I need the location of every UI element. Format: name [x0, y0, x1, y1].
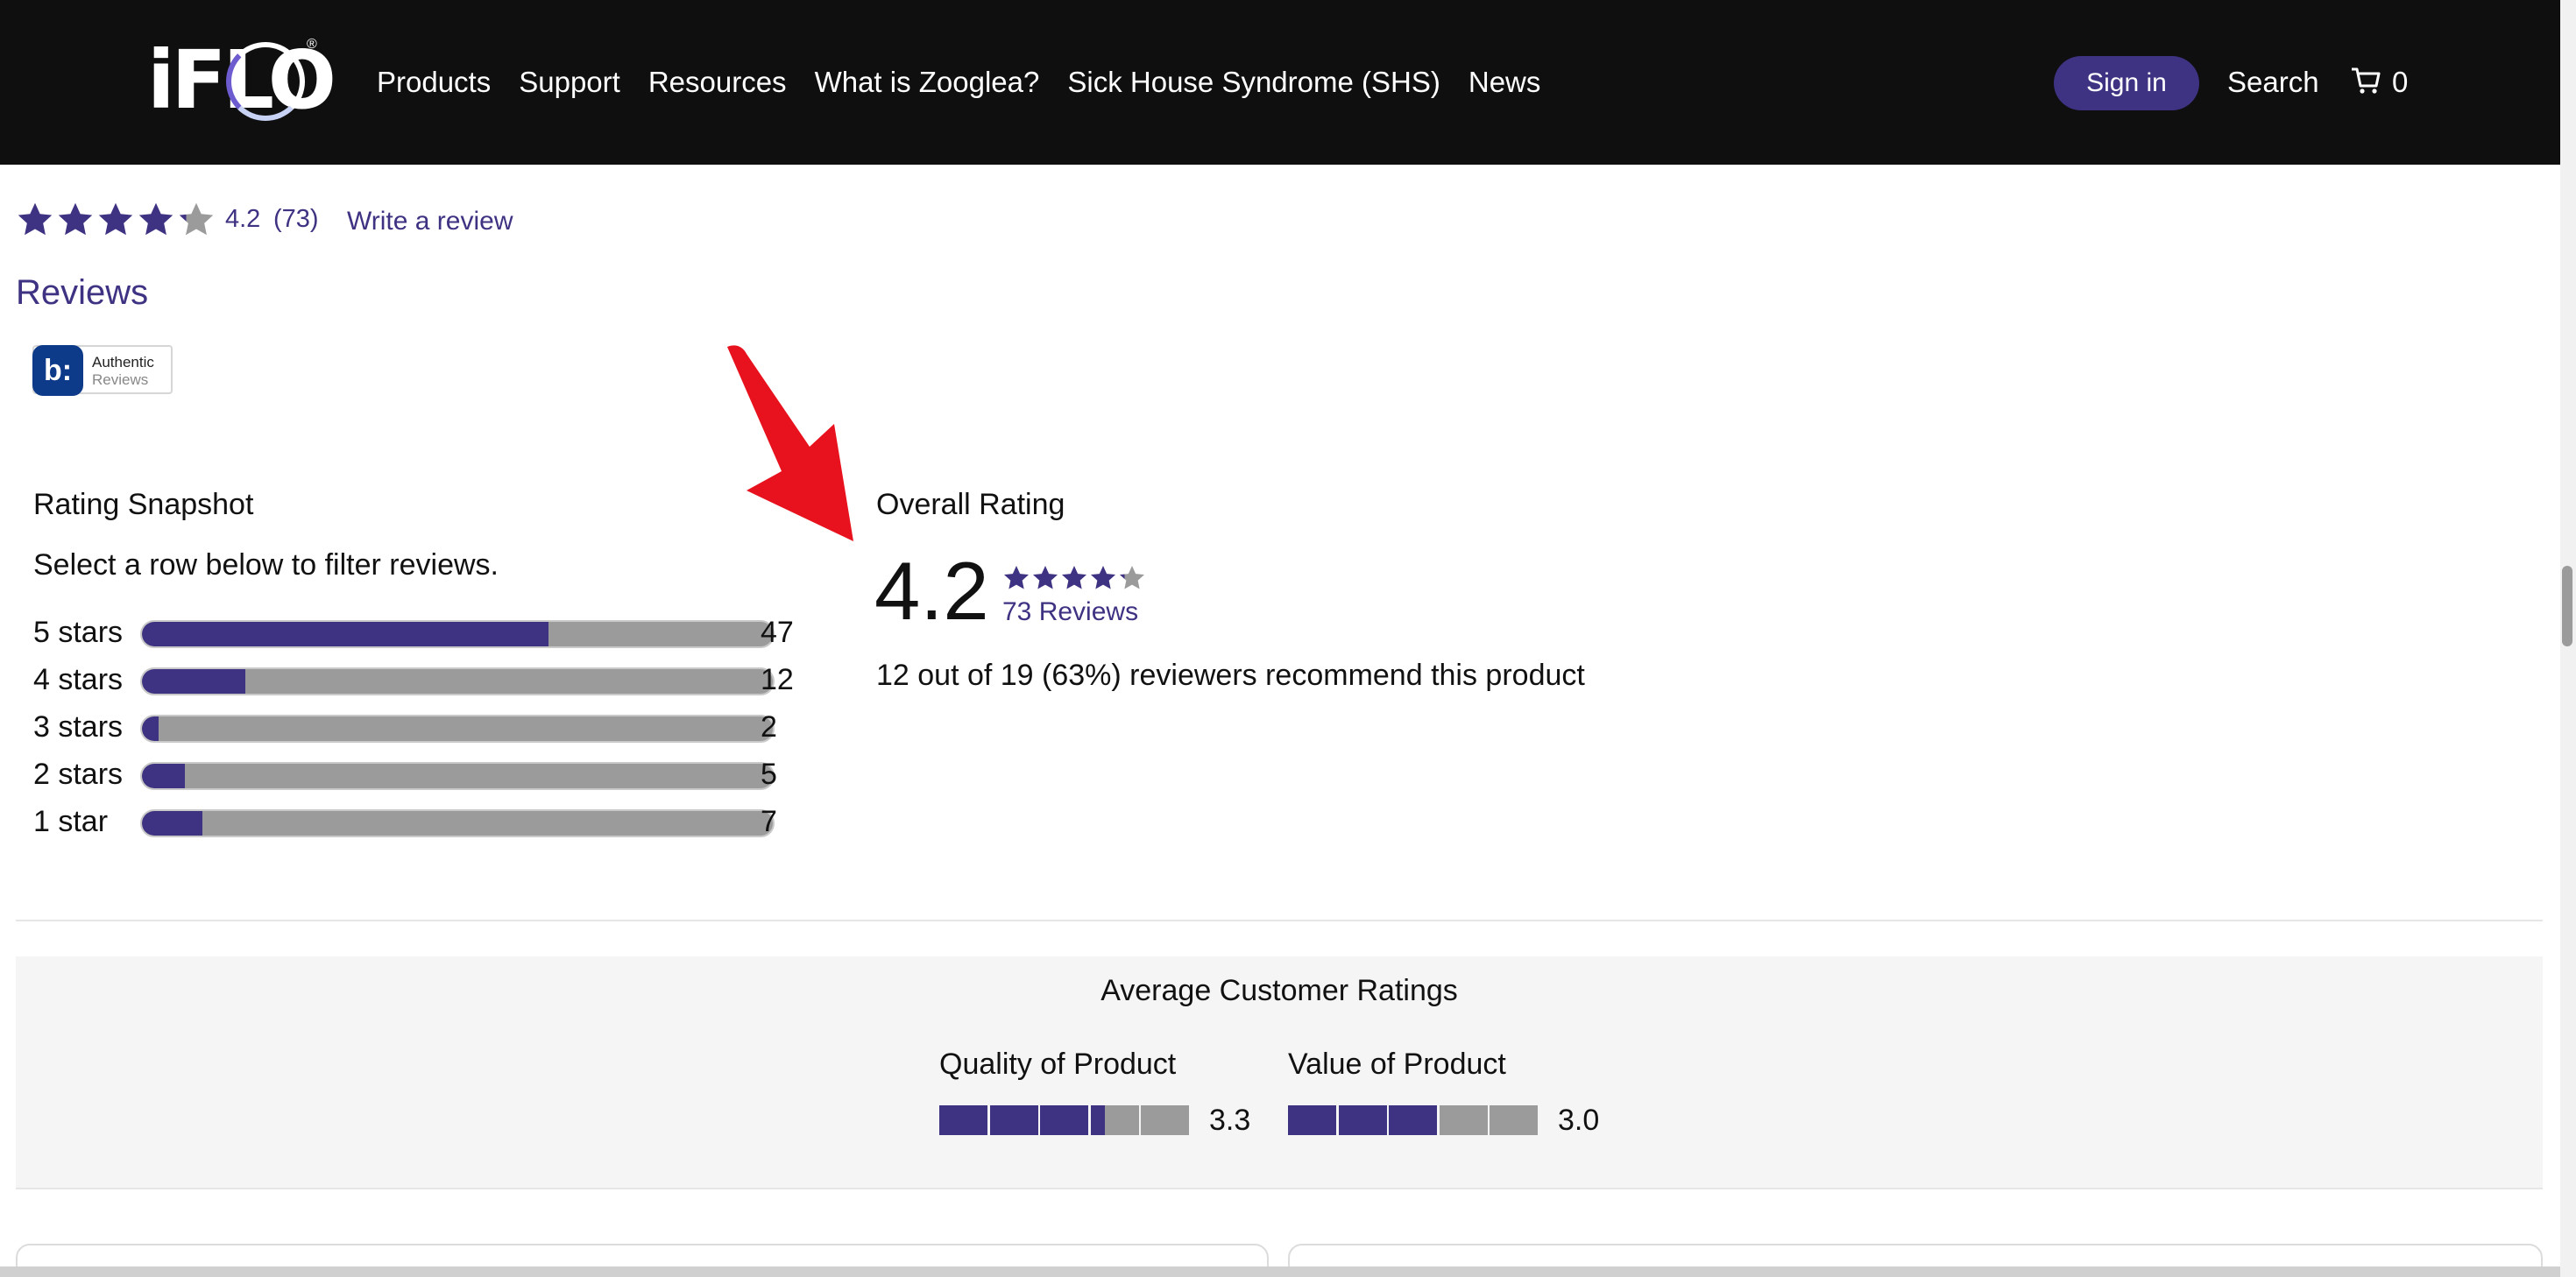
- rating-row-label: 1 star: [33, 805, 109, 838]
- rating-row-count: 2: [761, 710, 777, 744]
- summary-review-count[interactable]: (73): [273, 205, 319, 234]
- rating-row-label: 2 stars: [33, 758, 124, 791]
- rating-segment-fill: [1090, 1105, 1105, 1135]
- rating-row-label: 5 stars: [33, 616, 124, 649]
- rating-segment-fill: [1040, 1105, 1088, 1135]
- rating-segment: [939, 1105, 987, 1135]
- average-ratings-title: Average Customer Ratings: [1100, 974, 1458, 1007]
- rating-segment: [1090, 1105, 1139, 1135]
- section-divider: [16, 920, 2543, 921]
- rating-row-count: 47: [761, 616, 794, 649]
- rating-bar-track: [140, 809, 775, 837]
- rating-segment-fill: [1288, 1105, 1336, 1135]
- overall-review-count-link[interactable]: 73 Reviews: [1002, 597, 1138, 627]
- value-of-product-bar: [1288, 1105, 1540, 1135]
- value-of-product-label: Value of Product: [1288, 1048, 1506, 1081]
- rating-row-1-star[interactable]: 1 star 7: [33, 804, 804, 839]
- horizontal-scrollbar[interactable]: [0, 1266, 2560, 1277]
- rating-segment: [1389, 1105, 1437, 1135]
- rating-row-4-stars[interactable]: 4 stars 12: [33, 662, 804, 697]
- rating-row-label: 4 stars: [33, 663, 124, 696]
- average-customer-ratings-panel: Average Customer Ratings Quality of Prod…: [16, 956, 2543, 1188]
- quality-of-product-bar: [939, 1105, 1192, 1135]
- rating-row-count: 7: [761, 805, 777, 838]
- rating-bar-fill: [142, 811, 203, 836]
- rating-segment-fill: [939, 1105, 987, 1135]
- rating-bar-fill: [142, 764, 185, 788]
- reviews-heading: Reviews: [16, 273, 149, 312]
- star-icon: [18, 202, 53, 236]
- overall-rating-title: Overall Rating: [876, 488, 1065, 521]
- cart-icon[interactable]: [2350, 65, 2381, 96]
- quality-of-product-value: 3.3: [1209, 1104, 1251, 1137]
- iflo-logo[interactable]: iFLO ®: [147, 37, 336, 124]
- star-icon: [1091, 566, 1115, 589]
- rating-bar-track: [140, 762, 775, 790]
- rating-row-2-stars[interactable]: 2 stars 5: [33, 757, 804, 792]
- star-icon: [138, 202, 173, 236]
- rating-segment: [1338, 1105, 1387, 1135]
- value-of-product-value: 3.0: [1558, 1104, 1600, 1137]
- badge-line-2: Reviews: [92, 371, 149, 388]
- star-icon: [58, 202, 93, 236]
- site-header: iFLO ® Products Support Resources What i…: [0, 0, 2560, 165]
- rating-bar-track: [140, 620, 775, 648]
- rating-bar-fill: [142, 622, 548, 646]
- rating-row-count: 5: [761, 758, 777, 791]
- star-icon: [98, 202, 133, 236]
- nav-sick-house-syndrome[interactable]: Sick House Syndrome (SHS): [1067, 0, 1440, 165]
- authentic-reviews-badge: b: Authentic Reviews: [32, 345, 173, 396]
- rating-segment: [1040, 1105, 1088, 1135]
- scrollbar-thumb[interactable]: [2562, 566, 2572, 646]
- section-divider: [16, 1188, 2543, 1189]
- rating-bar-track: [140, 715, 775, 743]
- write-review-link[interactable]: Write a review: [347, 207, 513, 236]
- quality-of-product-label: Quality of Product: [939, 1048, 1177, 1081]
- overall-star-rating: [1002, 564, 1146, 592]
- star-icon: [1004, 566, 1029, 589]
- overall-rating-score: 4.2: [874, 545, 989, 637]
- nav-products[interactable]: Products: [377, 0, 491, 165]
- red-arrow-annotation-icon: [727, 345, 853, 541]
- rating-segment: [1288, 1105, 1336, 1135]
- star-icon: [1120, 566, 1144, 589]
- rating-row-label: 3 stars: [33, 710, 124, 744]
- rating-bar-fill: [142, 716, 159, 741]
- rating-bar-fill: [142, 669, 246, 694]
- star-icon: [179, 202, 214, 236]
- registered-mark-icon: ®: [307, 37, 317, 52]
- star-icon: [1033, 566, 1058, 589]
- rating-segment: [1439, 1105, 1488, 1135]
- nav-resources[interactable]: Resources: [648, 0, 787, 165]
- nav-what-is-zooglea[interactable]: What is Zooglea?: [815, 0, 1040, 165]
- summary-rating-value: 4.2: [225, 205, 261, 233]
- cart-count: 0: [2392, 66, 2409, 98]
- rating-segment-fill: [1389, 1105, 1437, 1135]
- rating-snapshot-title: Rating Snapshot: [33, 488, 254, 521]
- main-nav: Products Support Resources What is Zoogl…: [377, 0, 1540, 165]
- badge-line-1: Authentic: [92, 354, 154, 370]
- rating-segment: [989, 1105, 1038, 1135]
- rating-segment: [1490, 1105, 1538, 1135]
- search-link[interactable]: Search: [2227, 0, 2319, 165]
- rating-bar-track: [140, 667, 775, 695]
- nav-news[interactable]: News: [1468, 0, 1541, 165]
- rating-segment-fill: [1338, 1105, 1387, 1135]
- rating-row-5-stars[interactable]: 5 stars 47: [33, 615, 804, 650]
- rating-segment: [1141, 1105, 1189, 1135]
- bazaarvoice-logo-icon: b:: [32, 345, 83, 396]
- rating-segment-fill: [989, 1105, 1038, 1135]
- nav-support[interactable]: Support: [519, 0, 620, 165]
- star-icon: [1062, 566, 1086, 589]
- rating-row-3-stars[interactable]: 3 stars 2: [33, 709, 804, 744]
- rating-snapshot-hint: Select a row below to filter reviews.: [33, 548, 499, 582]
- logo-ring-icon: [226, 42, 305, 121]
- recommend-summary: 12 out of 19 (63%) reviewers recommend t…: [876, 659, 1585, 692]
- summary-star-rating[interactable]: [16, 201, 216, 239]
- rating-row-count: 12: [761, 663, 794, 696]
- sign-in-button[interactable]: Sign in: [2054, 56, 2199, 110]
